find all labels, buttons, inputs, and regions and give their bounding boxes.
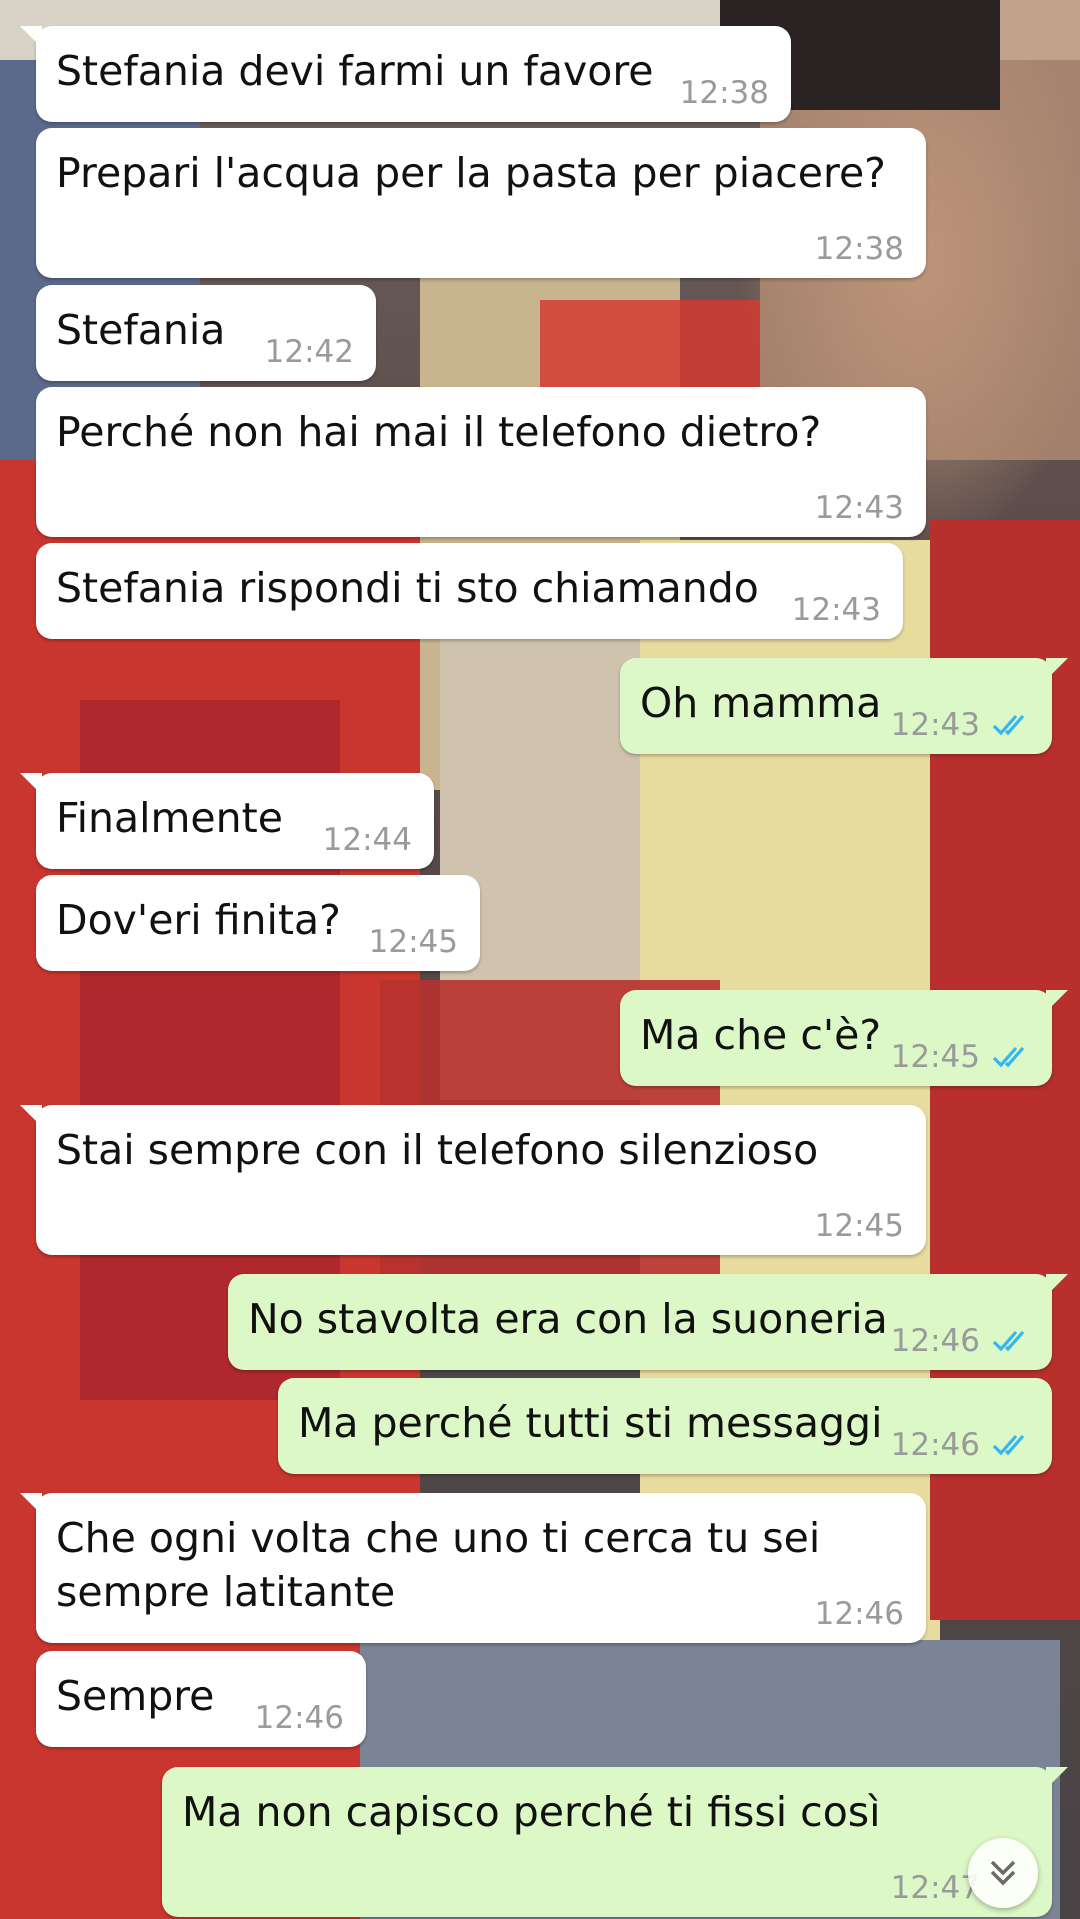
read-receipt-icon xyxy=(992,1434,1025,1456)
message-bubble-outgoing[interactable]: Oh mamma 12:43 xyxy=(620,658,1068,754)
message-bubble-incoming[interactable]: Sempre 12:46 xyxy=(36,1651,366,1747)
message-bubble-outgoing[interactable]: No stavolta era con la suoneria 12:46 xyxy=(228,1274,1068,1370)
scroll-to-bottom-button[interactable] xyxy=(968,1838,1038,1908)
message-text: Stai sempre con il telefono silenzioso xyxy=(56,1126,819,1174)
message-bubble-incoming[interactable]: Perché non hai mai il telefono dietro? 1… xyxy=(36,387,926,537)
message-time: 12:46 xyxy=(814,1596,904,1632)
double-chevron-down-icon xyxy=(990,1860,1016,1886)
message-bubble-outgoing[interactable]: Ma che c'è? 12:45 xyxy=(620,990,1068,1086)
message-bubble-incoming[interactable]: Dov'eri finita? 12:45 xyxy=(36,875,480,971)
message-time: 12:38 xyxy=(679,75,769,111)
read-receipt-icon xyxy=(992,1330,1025,1352)
message-text: Ma non capisco perché ti fissi così xyxy=(182,1788,881,1836)
message-time: 12:45 xyxy=(814,1208,904,1244)
message-time: 12:43 xyxy=(791,592,881,628)
message-time: 12:46 xyxy=(890,1427,980,1463)
message-time: 12:43 xyxy=(890,707,980,743)
message-text: Perché non hai mai il telefono dietro? xyxy=(56,408,822,456)
message-bubble-incoming[interactable]: Prepari l'acqua per la pasta per piacere… xyxy=(36,128,926,278)
message-bubble-incoming[interactable]: Stefania rispondi ti sto chiamando 12:43 xyxy=(36,543,903,639)
read-receipt-icon xyxy=(992,1046,1025,1068)
message-time: 12:44 xyxy=(322,822,412,858)
read-receipt-icon xyxy=(992,714,1025,736)
message-text: Stefania devi farmi un favore xyxy=(56,47,654,95)
message-time: 12:42 xyxy=(264,334,354,370)
message-bubble-incoming[interactable]: Stefania devi farmi un favore 12:38 xyxy=(20,26,791,122)
message-time: 12:43 xyxy=(814,490,904,526)
message-bubble-incoming[interactable]: Stefania 12:42 xyxy=(36,285,376,381)
message-bubble-incoming[interactable]: Finalmente 12:44 xyxy=(20,773,434,869)
message-bubble-incoming[interactable]: Stai sempre con il telefono silenzioso 1… xyxy=(20,1105,926,1255)
message-bubble-outgoing[interactable]: Ma non capisco perché ti fissi così 12:4… xyxy=(162,1767,1068,1917)
message-time: 12:46 xyxy=(254,1700,344,1736)
message-time: 12:45 xyxy=(890,1039,980,1075)
message-time: 12:38 xyxy=(814,231,904,267)
message-text: Stefania rispondi ti sto chiamando xyxy=(56,564,759,612)
message-text: Prepari l'acqua per la pasta per piacere… xyxy=(56,149,886,197)
message-bubble-outgoing[interactable]: Ma perché tutti sti messaggi 12:46 xyxy=(278,1378,1052,1474)
message-time: 12:46 xyxy=(890,1323,980,1359)
message-bubble-incoming[interactable]: Che ogni volta che uno ti cerca tu sei s… xyxy=(20,1493,926,1643)
message-time: 12:47 xyxy=(890,1870,980,1906)
message-text: Che ogni volta che uno ti cerca tu sei s… xyxy=(56,1514,821,1616)
message-time: 12:45 xyxy=(368,924,458,960)
